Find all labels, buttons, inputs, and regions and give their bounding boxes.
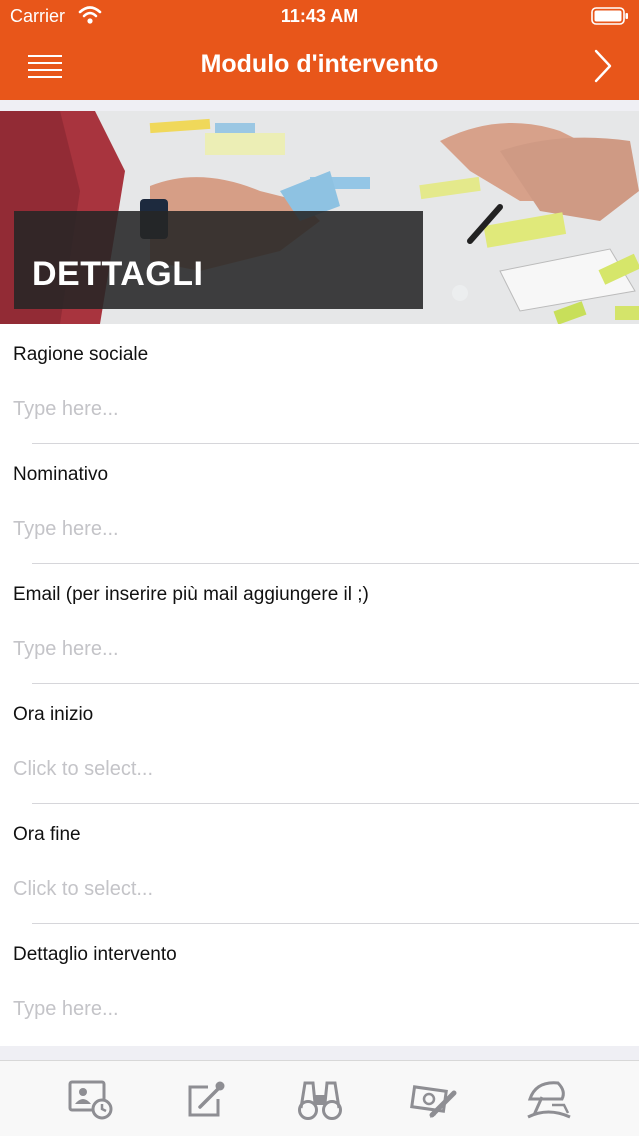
field-label: Ragione sociale [13, 344, 149, 365]
field-email: Email (per inserire più mail aggiungere … [0, 564, 639, 684]
field-nominativo: Nominativo [0, 444, 639, 564]
field-label: Email (per inserire più mail aggiungere … [13, 584, 369, 605]
battery-icon [591, 7, 628, 25]
field-label: Ora fine [13, 824, 81, 845]
intervention-form: Ragione sociale Nominativo Email (per in… [0, 324, 639, 1046]
nav-bar: Modulo d'intervento [0, 34, 639, 100]
hero-caption-box: DETTAGLI [14, 211, 423, 309]
status-time: 11:43 AM [280, 6, 359, 26]
status-bar: Carrier 11:43 AM [0, 0, 639, 34]
field-label: Dettaglio intervento [13, 944, 177, 965]
page-title: Modulo d'intervento [200, 50, 439, 78]
field-ora-inizio: Ora inizio [0, 684, 639, 804]
binoculars-icon[interactable] [295, 1077, 345, 1121]
hero-banner: DETTAGLI [0, 111, 639, 324]
hero-caption: DETTAGLI [32, 255, 204, 293]
field-label: Ora inizio [13, 704, 94, 725]
email-input[interactable] [13, 634, 613, 664]
contact-clock-icon[interactable] [66, 1077, 116, 1121]
beach-umbrella-icon[interactable] [524, 1077, 574, 1121]
field-ragione-sociale: Ragione sociale [0, 324, 639, 444]
field-label: Nominativo [13, 464, 109, 485]
ora-fine-picker[interactable] [13, 874, 613, 904]
chevron-right-icon[interactable] [587, 46, 617, 86]
tab-bar [0, 1060, 639, 1136]
dettaglio-intervento-input[interactable] [13, 994, 613, 1024]
money-edit-icon[interactable] [410, 1077, 460, 1121]
field-dettaglio-intervento: Dettaglio intervento [0, 924, 639, 1044]
top-bar: Carrier 11:43 AM Modulo d'intervento [0, 0, 639, 100]
nominativo-input[interactable] [13, 514, 613, 544]
ora-inizio-picker[interactable] [13, 754, 613, 784]
field-ora-fine: Ora fine [0, 804, 639, 924]
ragione-sociale-input[interactable] [13, 394, 613, 424]
edit-share-icon[interactable] [182, 1077, 232, 1121]
